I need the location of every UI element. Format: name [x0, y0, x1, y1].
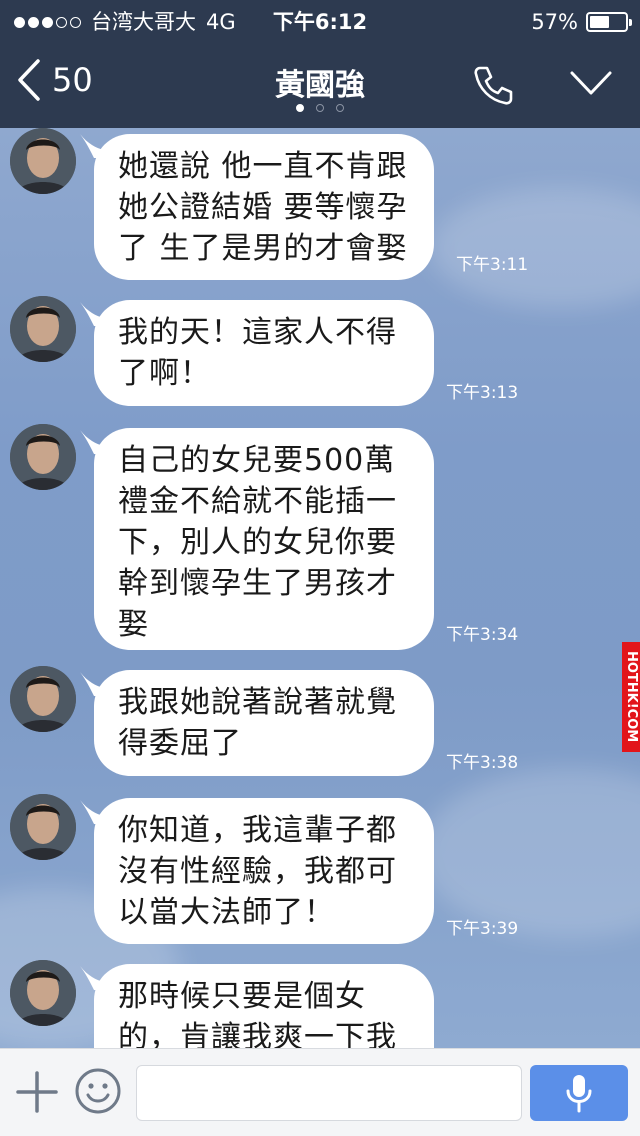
message-bubble[interactable]: 自己的女兒要500萬禮金不給就不能插一下，別人的女兒你要幹到懷孕生了男孩才娶	[94, 428, 434, 650]
avatar-icon	[10, 794, 76, 860]
avatar[interactable]	[10, 666, 76, 732]
message-bubble[interactable]: 她還說 他一直不肯跟她公證結婚 要等懷孕了 生了是男的才會娶	[94, 134, 434, 280]
chat-area[interactable]: 她還說 他一直不肯跟她公證結婚 要等懷孕了 生了是男的才會娶 下午3:11 我的…	[0, 128, 640, 1048]
top-bar: 台湾大哥大 4G 下午6:12 57% 50 黃國強	[0, 0, 640, 128]
avatar-icon	[10, 128, 76, 194]
chat-header: 50 黃國強	[0, 44, 640, 128]
avatar[interactable]	[10, 424, 76, 490]
avatar-icon	[10, 666, 76, 732]
page-indicator	[0, 104, 640, 112]
microphone-icon	[566, 1075, 592, 1113]
message-bubble[interactable]: 我跟她說著說著就覺得委屈了	[94, 670, 434, 776]
page-dot	[336, 104, 344, 112]
message-time: 下午3:39	[446, 919, 519, 939]
message-bubble[interactable]: 你知道，我這輩子都沒有性經驗，我都可以當大法師了！	[94, 798, 434, 944]
avatar[interactable]	[10, 128, 76, 194]
avatar[interactable]	[10, 794, 76, 860]
avatar[interactable]	[10, 296, 76, 362]
avatar-icon	[10, 960, 76, 1026]
message-time: 下午3:13	[446, 383, 519, 403]
message-bubble[interactable]: 那時候只要是個女的，肯讓我爽一下我	[94, 964, 434, 1048]
menu-toggle-button[interactable]	[568, 68, 614, 102]
voice-message-button[interactable]	[530, 1065, 628, 1121]
message-bubble[interactable]: 我的天！這家人不得了啊！	[94, 300, 434, 406]
battery-icon	[586, 12, 632, 32]
add-attachment-button[interactable]	[16, 1069, 58, 1119]
battery-percent: 57%	[531, 10, 578, 34]
message-time: 下午3:34	[446, 625, 519, 645]
status-bar: 台湾大哥大 4G 下午6:12 57%	[0, 0, 640, 44]
phone-icon	[474, 66, 513, 105]
message-time: 下午3:11	[456, 255, 529, 275]
chat-title: 黃國強	[275, 68, 365, 103]
avatar[interactable]	[10, 960, 76, 1026]
message-input[interactable]	[136, 1065, 522, 1121]
page-dot	[316, 104, 324, 112]
call-button[interactable]	[470, 62, 516, 112]
emoji-button[interactable]	[74, 1067, 122, 1119]
smiley-icon	[75, 1068, 121, 1114]
sky-cloud	[430, 188, 640, 308]
avatar-icon	[10, 296, 76, 362]
chevron-down-icon	[570, 71, 612, 95]
avatar-icon	[10, 424, 76, 490]
message-time: 下午3:38	[446, 753, 519, 773]
watermark-label: HOTHK!COM	[622, 642, 640, 752]
sky-cloud	[420, 768, 640, 938]
input-bar	[0, 1048, 640, 1136]
plus-icon	[16, 1071, 58, 1113]
page-dot	[296, 104, 304, 112]
status-right: 57%	[531, 0, 632, 44]
